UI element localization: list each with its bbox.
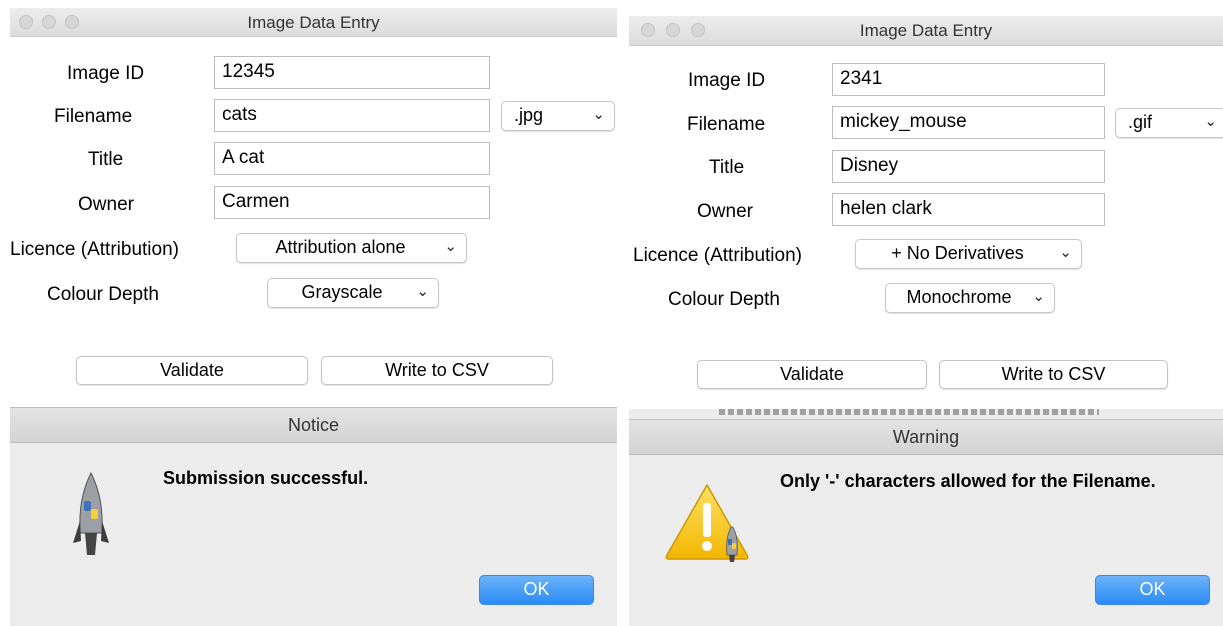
licence-value: Attribution alone	[275, 237, 406, 257]
chevron-down-icon: ⌄	[1032, 288, 1045, 305]
filename-input[interactable]: cats	[214, 99, 490, 132]
owner-input[interactable]: helen clark	[832, 193, 1105, 226]
title-input[interactable]: A cat	[214, 142, 490, 175]
write-csv-button[interactable]: Write to CSV	[939, 360, 1168, 389]
chevron-down-icon: ⌄	[444, 238, 457, 255]
ok-button[interactable]: OK	[1095, 575, 1210, 605]
validate-button[interactable]: Validate	[76, 356, 308, 385]
title-label: Title	[88, 149, 124, 170]
chevron-down-icon: ⌄	[416, 283, 429, 300]
dialog-title: Warning	[892, 427, 960, 447]
window-title: Image Data Entry	[247, 13, 380, 32]
owner-input[interactable]: Carmen	[214, 186, 490, 219]
filename-label: Filename	[54, 106, 133, 127]
owner-label: Owner	[78, 194, 134, 215]
window-title: Image Data Entry	[859, 21, 993, 40]
right-window: Image Data Entry Image ID 2341 Filename …	[627, 0, 1223, 626]
licence-label: Licence (Attribution)	[633, 245, 802, 266]
validate-button[interactable]: Validate	[697, 360, 927, 389]
dialog-titlebar[interactable]: Notice	[10, 407, 617, 443]
image-id-input[interactable]: 2341	[832, 63, 1105, 96]
dialog-title: Notice	[287, 415, 340, 435]
window-titlebar[interactable]: Image Data Entry	[629, 16, 1223, 46]
colour-depth-select[interactable]: Grayscale ⌄	[267, 278, 439, 308]
colour-depth-value: Grayscale	[301, 282, 383, 302]
image-id-label: Image ID	[67, 63, 145, 84]
write-csv-button[interactable]: Write to CSV	[321, 356, 553, 385]
notice-dialog: Notice Submission successful. OK	[10, 407, 617, 626]
extension-value: .jpg	[514, 105, 544, 125]
obscured-text	[719, 409, 1099, 415]
owner-label: Owner	[697, 201, 753, 222]
ok-button[interactable]: OK	[479, 575, 594, 605]
licence-select[interactable]: + No Derivatives ⌄	[855, 239, 1082, 269]
warning-dialog: Warning Only '-' characters allowed for …	[629, 409, 1223, 626]
dialog-message: Only '-' characters allowed for the File…	[780, 471, 1156, 491]
chevron-down-icon: ⌄	[1059, 244, 1072, 261]
colour-depth-select[interactable]: Monochrome ⌄	[885, 283, 1055, 313]
image-id-input[interactable]: 12345	[214, 56, 490, 89]
licence-select[interactable]: Attribution alone ⌄	[236, 233, 467, 263]
dialog-titlebar[interactable]: Warning	[629, 419, 1223, 455]
warning-icon	[665, 484, 749, 562]
chevron-down-icon: ⌄	[1204, 113, 1217, 130]
filename-input[interactable]: mickey_mouse	[832, 106, 1105, 139]
title-input[interactable]: Disney	[832, 150, 1105, 183]
licence-value: + No Derivatives	[891, 243, 1024, 263]
dialog-message: Submission successful.	[163, 468, 369, 488]
filename-label: Filename	[687, 114, 766, 135]
window-titlebar[interactable]: Image Data Entry	[10, 8, 617, 37]
extension-select[interactable]: .jpg ⌄	[501, 101, 615, 131]
colour-depth-label: Colour Depth	[668, 289, 780, 310]
extension-value: .gif	[1128, 112, 1153, 132]
colour-depth-label: Colour Depth	[47, 284, 159, 305]
extension-select[interactable]: .gif ⌄	[1115, 108, 1223, 138]
python-rocket-icon	[73, 471, 109, 555]
title-label: Title	[709, 157, 745, 178]
colour-depth-value: Monochrome	[906, 287, 1012, 307]
licence-label: Licence (Attribution)	[10, 239, 179, 260]
left-window: Image Data Entry Image ID 12345 Filename…	[0, 0, 617, 626]
image-id-label: Image ID	[688, 70, 766, 91]
chevron-down-icon: ⌄	[592, 106, 605, 123]
